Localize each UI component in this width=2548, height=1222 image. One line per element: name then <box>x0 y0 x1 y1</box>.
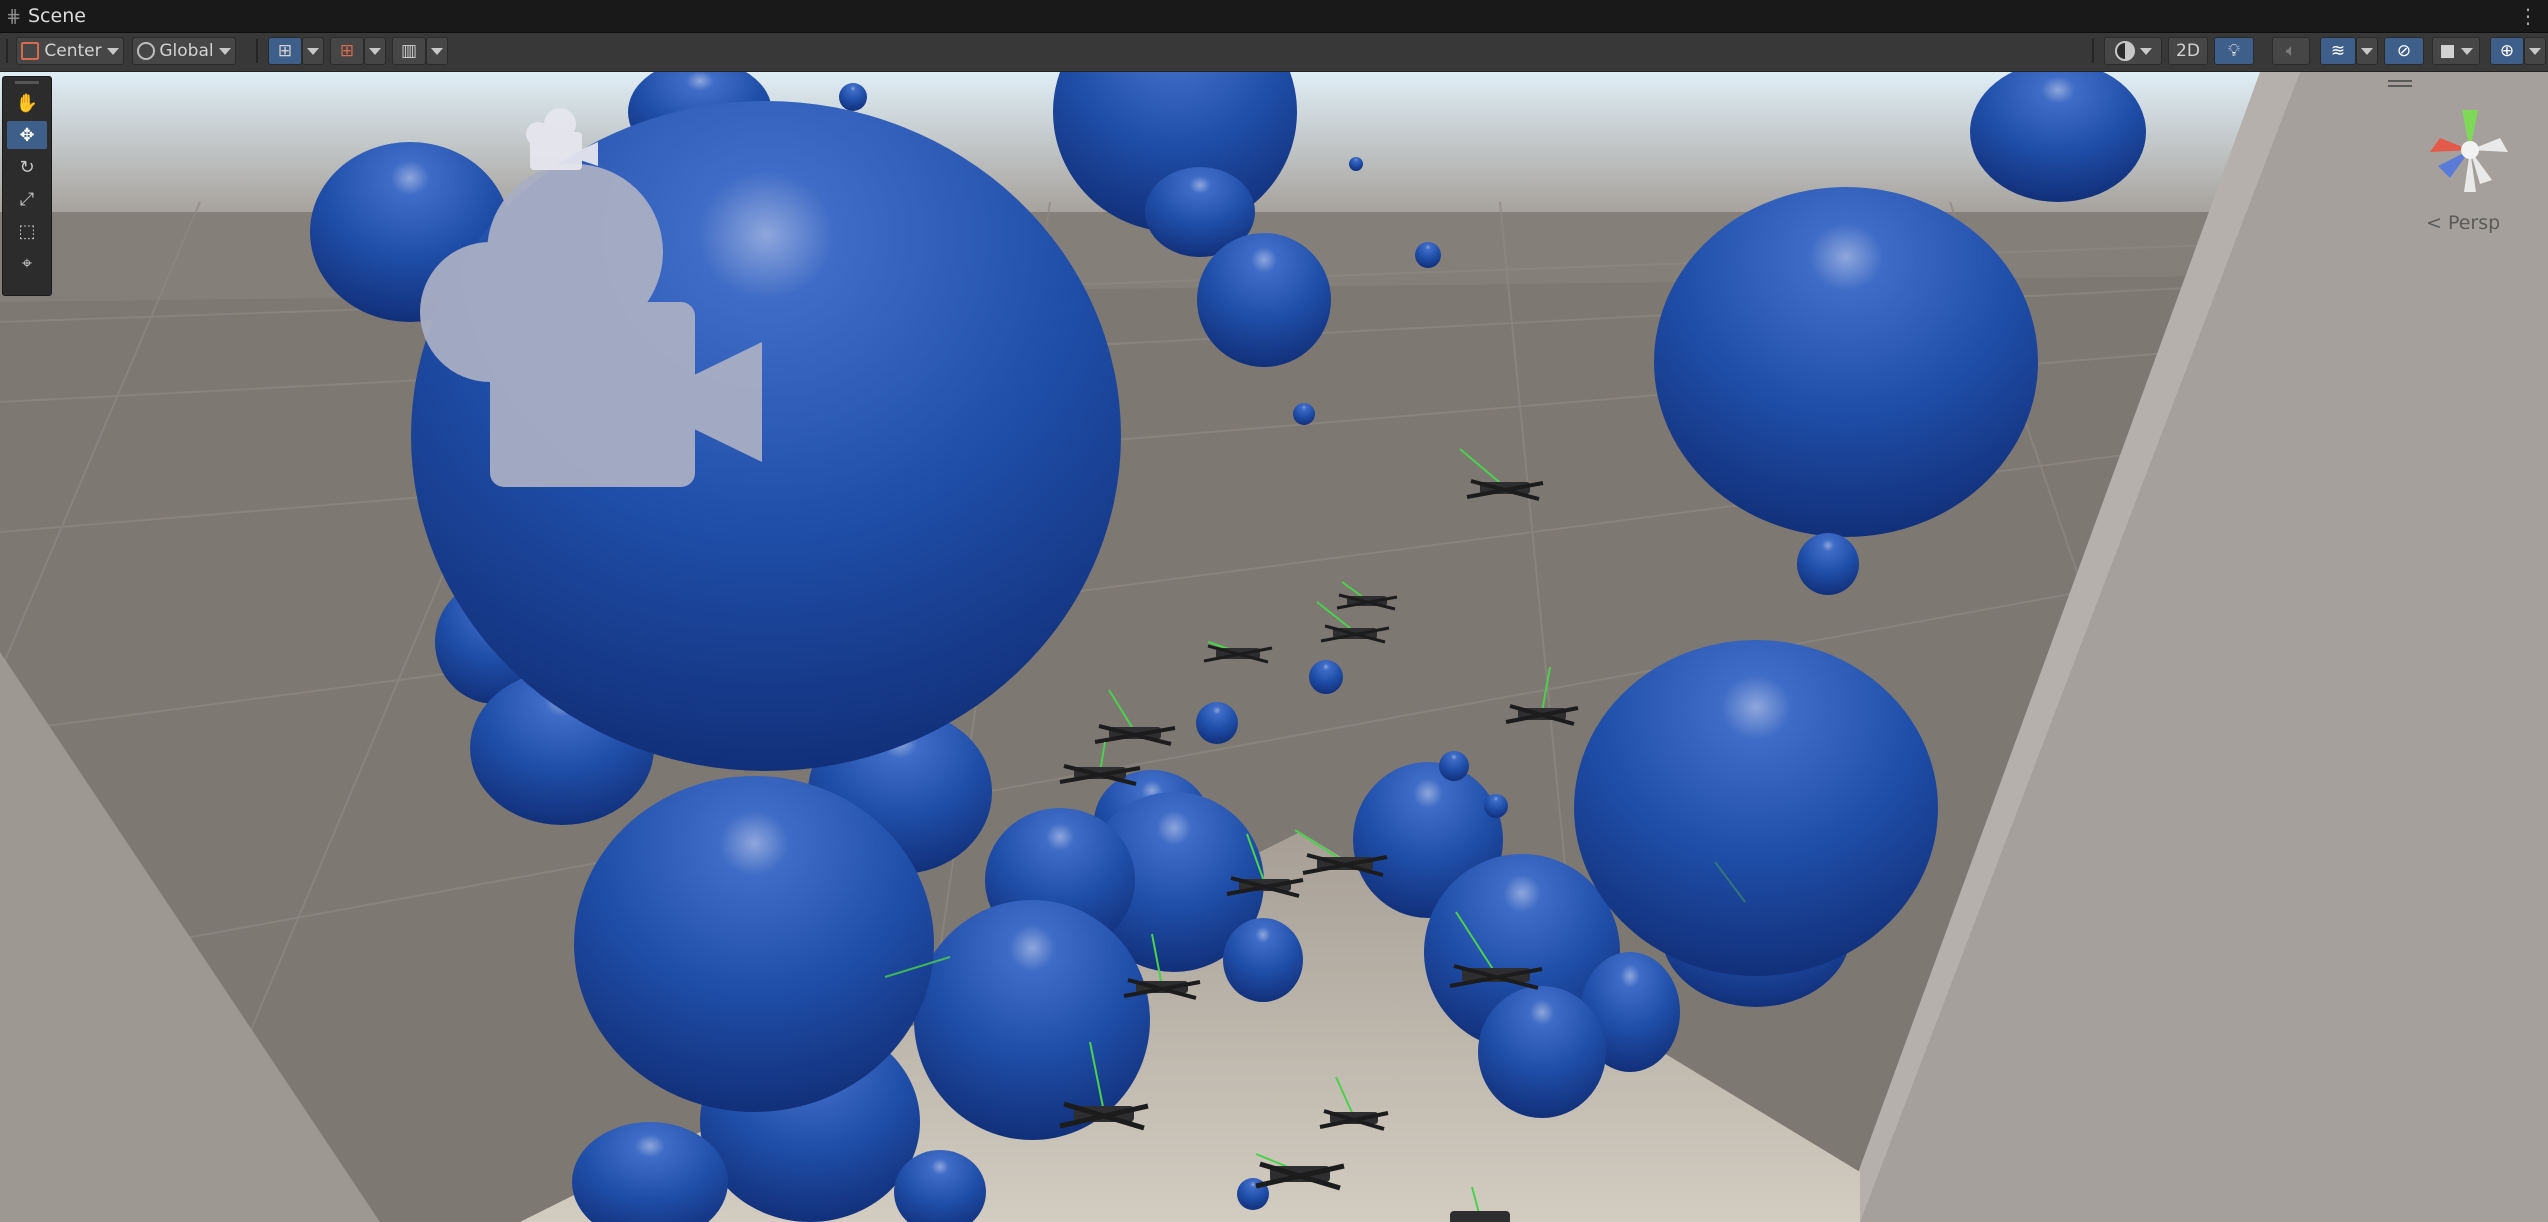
sphere[interactable] <box>1196 702 1238 744</box>
toggle-2d-label: 2D <box>2176 41 2200 61</box>
pivot-rotation-label: Global <box>159 41 214 61</box>
sphere[interactable] <box>1349 157 1363 171</box>
orientation-gizmo-icon[interactable] <box>2420 100 2520 200</box>
tab-grip-icon[interactable]: ⋕ <box>6 6 22 27</box>
sphere[interactable] <box>1439 751 1469 781</box>
ruler-toggle[interactable]: ▥ <box>392 37 426 65</box>
sphere[interactable] <box>1415 242 1441 268</box>
pivot-mode-dropdown[interactable]: Center <box>16 37 124 65</box>
sphere[interactable] <box>1574 640 1938 976</box>
chevron-down-icon <box>218 47 231 55</box>
toolbar-grip <box>6 39 8 63</box>
rect-tool[interactable]: ⬚ <box>7 217 47 245</box>
kebab-menu-icon[interactable]: ⋮ <box>2518 4 2538 28</box>
grid-snap-icon: ⊞ <box>277 41 293 61</box>
globe-icon <box>137 42 156 60</box>
increment-snap-dropdown[interactable] <box>364 37 386 65</box>
sphere[interactable] <box>839 83 867 111</box>
sphere[interactable] <box>1478 986 1606 1118</box>
chevron-down-icon <box>2460 47 2473 55</box>
increment-snap-icon: ⊞ <box>339 41 355 61</box>
ruler-icon: ▥ <box>400 41 418 61</box>
chevron-down-icon <box>2139 47 2152 55</box>
chevron-down-icon <box>2361 47 2373 55</box>
camera-settings-dropdown[interactable]: ■ <box>2432 37 2480 65</box>
grid-snap-dropdown[interactable] <box>302 37 324 65</box>
toggle-2d-button[interactable]: 2D <box>2168 37 2208 65</box>
transform-tool[interactable]: ⌖ <box>7 249 47 277</box>
toolbar-separator <box>256 39 258 63</box>
sphere[interactable] <box>1197 233 1331 367</box>
rect-transform-icon: ⬚ <box>18 220 36 242</box>
scale-tool[interactable]: ⤢ <box>7 185 47 213</box>
transform-all-icon: ⌖ <box>21 252 33 274</box>
gizmos-toggle[interactable]: ⊕ <box>2490 37 2524 65</box>
gizmos-dropdown[interactable] <box>2524 37 2546 65</box>
lightbulb-icon: 💡︎ <box>2228 41 2240 61</box>
shading-sphere-icon <box>2114 41 2135 61</box>
hidden-objects-toggle[interactable]: ⊘ <box>2384 37 2424 65</box>
hand-icon: ✋ <box>15 92 39 114</box>
gizmo-target-icon: ⊕ <box>2499 41 2515 61</box>
sphere[interactable] <box>914 900 1150 1140</box>
increment-snap-toggle[interactable]: ⊞ <box>330 37 364 65</box>
effects-dropdown[interactable] <box>2356 37 2378 65</box>
sphere[interactable] <box>574 776 934 1112</box>
ruler-dropdown[interactable] <box>426 37 448 65</box>
projection-label[interactable]: < Persp <box>2426 212 2500 234</box>
sphere[interactable] <box>1654 187 2038 537</box>
palette-grip[interactable] <box>15 81 39 84</box>
rotate-tool[interactable]: ↻ <box>7 153 47 181</box>
visibility-off-icon: ⊘ <box>2396 41 2412 61</box>
scene-tab-title[interactable]: Scene <box>28 5 86 27</box>
overlay-menu-icon[interactable] <box>2388 80 2412 90</box>
chevron-down-icon <box>431 47 443 55</box>
draw-mode-dropdown[interactable] <box>2104 37 2162 65</box>
tool-palette: ✋ ✥ ↻ ⤢ ⬚ ⌖ <box>2 76 52 296</box>
sphere[interactable] <box>1223 918 1303 1002</box>
scene-toolbar: Center Global ⊞ ⊞ ▥ 2D 💡︎ 🔈︎ ≋ ⊘ ■ ⊕ <box>0 33 2548 72</box>
rotate-icon: ↻ <box>19 156 35 178</box>
scene-viewport[interactable] <box>0 72 2548 1222</box>
audio-toggle[interactable]: 🔈︎ <box>2272 37 2310 65</box>
effects-layers-icon: ≋ <box>2330 41 2346 61</box>
toolbar-separator <box>2092 39 2094 63</box>
sphere[interactable] <box>1309 660 1343 694</box>
pivot-center-icon <box>21 42 40 60</box>
chevron-down-icon <box>106 47 119 55</box>
chevron-down-icon <box>2529 47 2541 55</box>
scene-camera-icon: ■ <box>2439 41 2456 61</box>
scene-tab-bar: ⋕ Scene ⋮ <box>0 0 2548 33</box>
speaker-icon: 🔈︎ <box>2285 41 2297 61</box>
view-hand-tool[interactable]: ✋ <box>7 89 47 117</box>
scene-render[interactable] <box>0 72 2548 1222</box>
grid-snap-toggle[interactable]: ⊞ <box>268 37 302 65</box>
chevron-down-icon <box>369 47 381 55</box>
pivot-mode-label: Center <box>44 41 102 61</box>
sphere[interactable] <box>1797 533 1859 595</box>
sphere[interactable] <box>1484 794 1508 818</box>
pivot-rotation-dropdown[interactable]: Global <box>132 37 236 65</box>
move-arrows-icon: ✥ <box>19 124 35 146</box>
chevron-down-icon <box>307 47 319 55</box>
sphere[interactable] <box>1293 403 1315 425</box>
effects-toggle[interactable]: ≋ <box>2320 37 2356 65</box>
move-tool[interactable]: ✥ <box>7 121 47 149</box>
lighting-toggle[interactable]: 💡︎ <box>2214 37 2254 65</box>
scale-icon: ⤢ <box>19 188 35 210</box>
